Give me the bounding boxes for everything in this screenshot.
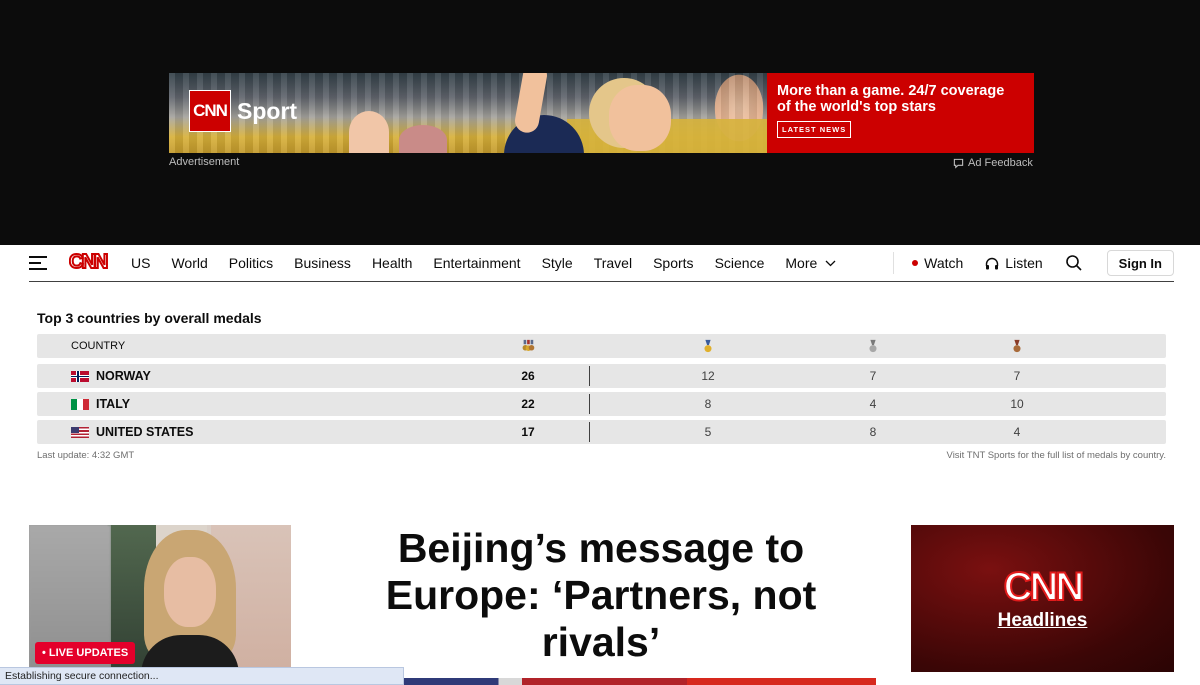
nav-link-entertainment[interactable]: Entertainment <box>433 255 520 271</box>
nav-link-sports[interactable]: Sports <box>653 255 693 271</box>
nav-link-us[interactable]: US <box>131 255 150 271</box>
cnn-logo-box: CNN <box>189 90 231 132</box>
ad-photo[interactable]: CNN Sport <box>169 73 767 153</box>
nav-divider <box>893 252 895 274</box>
headlines-label: Headlines <box>997 609 1088 631</box>
ad-headline-line1: More than a game. 24/7 coverage <box>777 83 1005 99</box>
watch-button[interactable]: Watch <box>912 255 963 271</box>
bronze-value: 10 <box>1010 397 1024 411</box>
svg-text:CNN: CNN <box>69 251 108 271</box>
sign-in-button[interactable]: Sign In <box>1106 250 1174 276</box>
silver-medal-icon <box>842 334 904 358</box>
cnn-logo-icon: CNN <box>68 250 111 274</box>
search-icon[interactable] <box>1065 254 1083 272</box>
ad-label: Advertisement <box>169 156 240 168</box>
ad-feedback-label: Ad Feedback <box>968 157 1033 169</box>
main-nav: CNN US World Politics Business Health En… <box>0 245 1200 283</box>
feedback-icon <box>953 158 964 169</box>
headline-image[interactable] <box>404 678 876 685</box>
nav-link-politics[interactable]: Politics <box>229 255 273 271</box>
total-value: 26 <box>521 369 535 383</box>
medals-row-italy[interactable]: ITALY 22 8 4 10 <box>37 392 1166 416</box>
bronze-medal-icon <box>986 334 1048 358</box>
cnn-logo[interactable]: CNN <box>68 250 111 276</box>
menu-icon[interactable] <box>29 256 47 270</box>
norway-flag-icon <box>71 370 89 382</box>
medals-table: Top 3 countries by overall medals COUNTR… <box>37 310 1166 461</box>
country-name: UNITED STATES <box>96 425 194 439</box>
silver-value: 4 <box>869 397 877 411</box>
nav-link-style[interactable]: Style <box>542 255 573 271</box>
gold-value: 8 <box>704 397 712 411</box>
country-name: ITALY <box>96 397 131 411</box>
silver-value: 7 <box>869 369 877 383</box>
gold-value: 12 <box>701 369 715 383</box>
live-updates-badge[interactable]: • LIVE UPDATES <box>35 642 136 664</box>
country-cell: ITALY <box>71 392 130 416</box>
nav-link-health[interactable]: Health <box>372 255 412 271</box>
ad-creative[interactable]: CNN Sport More than a game. 24/7 coverag… <box>169 73 1034 153</box>
bronze-value: 7 <box>1013 369 1021 383</box>
nav-link-travel[interactable]: Travel <box>594 255 632 271</box>
nav-links: US World Politics Business Health Entert… <box>131 255 857 271</box>
nav-more-label: More <box>785 255 818 271</box>
country-cell: NORWAY <box>71 364 151 388</box>
live-dot-icon <box>912 260 919 266</box>
tnt-sports-link[interactable]: Visit TNT Sports for the full list of me… <box>947 450 1166 461</box>
last-update-text: Last update: 4:32 GMT <box>37 450 135 461</box>
nav-more-button[interactable]: More <box>785 255 836 271</box>
cnn-headlines-logo: CNN <box>1003 564 1086 609</box>
listen-label: Listen <box>1005 255 1043 271</box>
ad-cta-button[interactable]: LATEST NEWS <box>777 121 852 138</box>
total-medals-icon <box>497 334 559 358</box>
cnn-sport-logo: CNN Sport <box>189 90 297 132</box>
nav-link-business[interactable]: Business <box>294 255 351 271</box>
medals-row-norway[interactable]: NORWAY 26 12 7 7 <box>37 364 1166 388</box>
nav-link-science[interactable]: Science <box>715 255 765 271</box>
ad-banner-area: CNN Sport More than a game. 24/7 coverag… <box>0 0 1200 245</box>
medals-title: Top 3 countries by overall medals <box>37 310 262 326</box>
cnn-headlines-promo[interactable]: CNN Headlines <box>911 525 1174 672</box>
browser-status-bar: Establishing secure connection... <box>0 667 404 685</box>
medals-row-united-states[interactable]: UNITED STATES 17 5 8 4 <box>37 420 1166 444</box>
ad-headline-line2: of the world's top stars <box>777 99 936 115</box>
bronze-value: 4 <box>1013 425 1021 439</box>
medals-header-row: COUNTRY <box>37 334 1166 358</box>
gold-value: 5 <box>704 425 712 439</box>
header-country: COUNTRY <box>71 340 126 352</box>
gold-medal-icon <box>677 334 739 358</box>
total-value: 22 <box>521 397 535 411</box>
main-headline[interactable]: Beijing’s message to Europe: ‘Partners, … <box>360 525 842 666</box>
live-video-card[interactable]: • LIVE UPDATES <box>29 525 291 685</box>
italy-flag-icon <box>71 398 89 410</box>
country-cell: UNITED STATES <box>71 420 193 444</box>
headphones-icon <box>986 257 999 269</box>
ad-brand-section: Sport <box>237 97 298 124</box>
ad-copy-panel[interactable]: More than a game. 24/7 coverage of the w… <box>767 73 1034 153</box>
watch-label: Watch <box>924 255 964 271</box>
silver-value: 8 <box>869 425 877 439</box>
usa-flag-icon <box>71 426 89 438</box>
ad-feedback-link[interactable]: Ad Feedback <box>953 157 1033 169</box>
listen-button[interactable]: Listen <box>985 255 1043 271</box>
total-value: 17 <box>521 425 535 439</box>
chevron-down-icon <box>825 260 836 266</box>
nav-link-world[interactable]: World <box>171 255 207 271</box>
country-name: NORWAY <box>96 369 151 383</box>
